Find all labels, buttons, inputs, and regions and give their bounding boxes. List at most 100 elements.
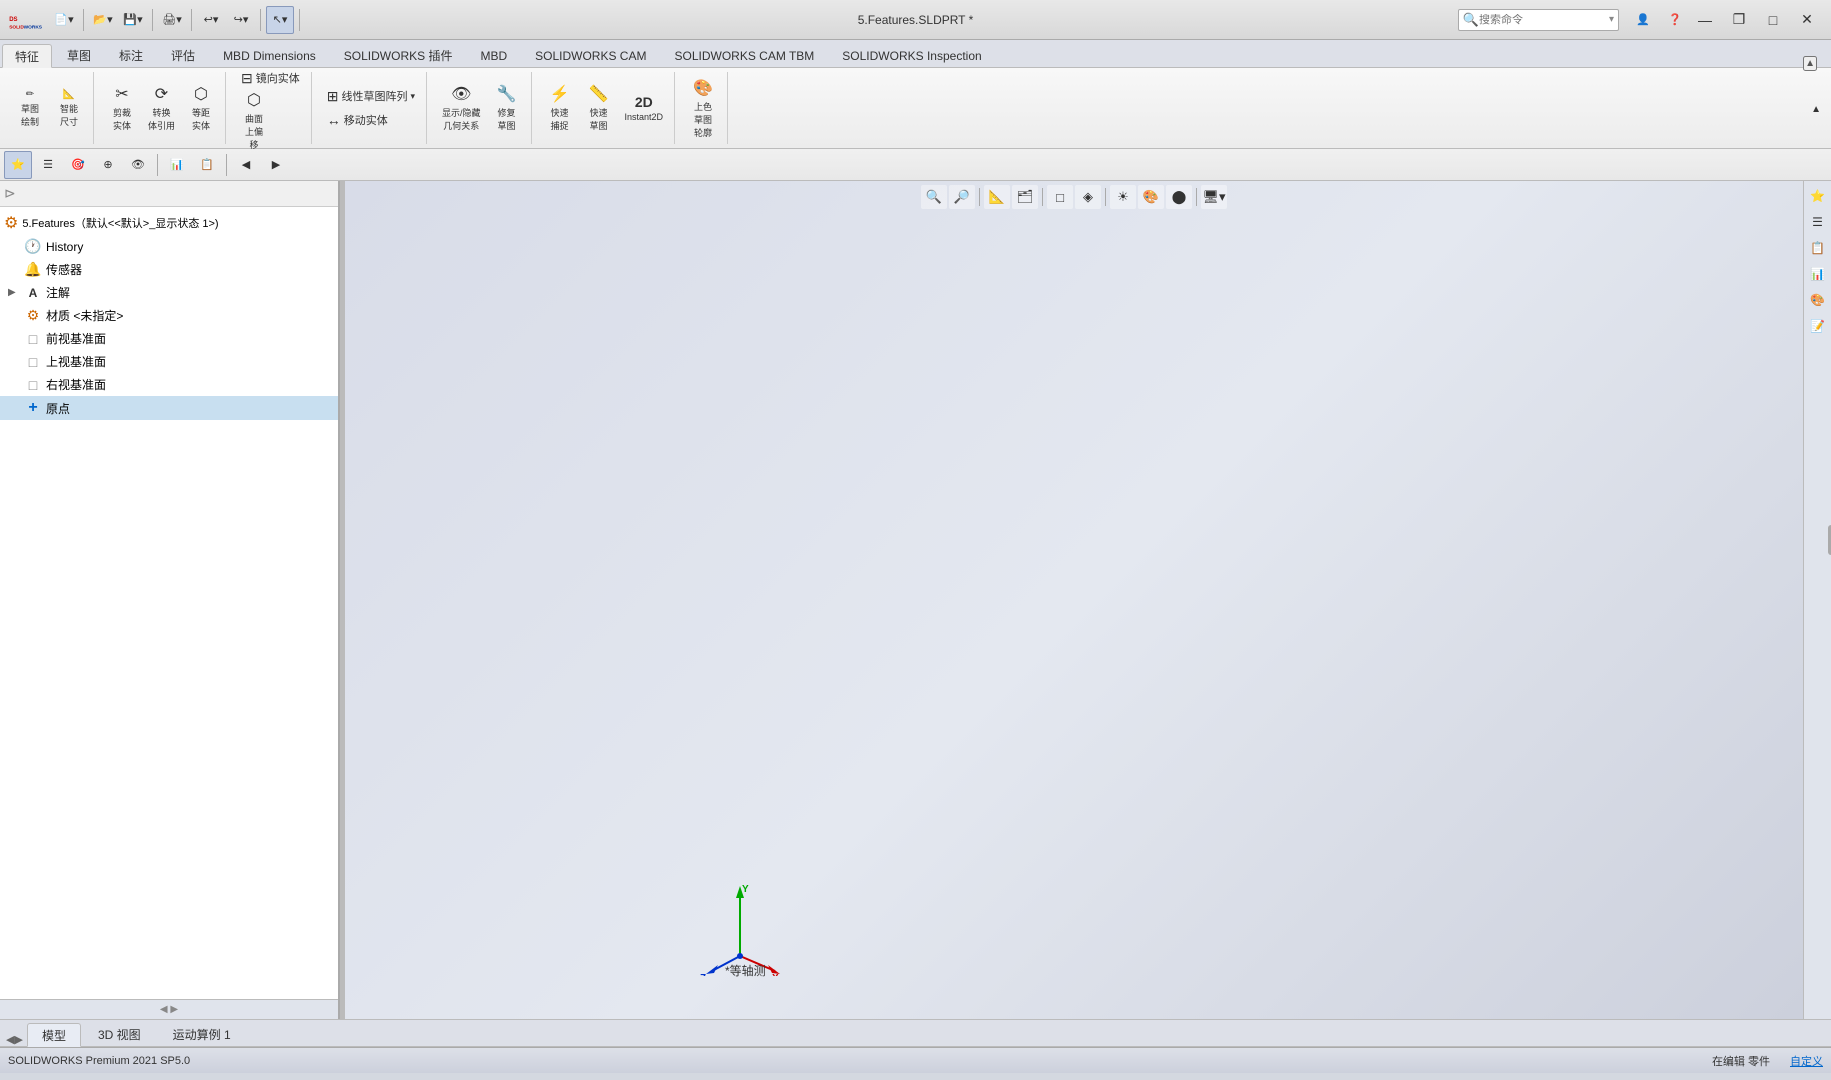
sec-inspect-btn[interactable]: 📋 — [193, 151, 221, 179]
scenes-button[interactable]: ⬤ — [1166, 185, 1192, 209]
lighting-button[interactable]: ☀ — [1110, 185, 1136, 209]
tab-sw-inspection[interactable]: SOLIDWORKS Inspection — [829, 43, 994, 67]
search-dropdown-icon[interactable]: ▾ — [1609, 14, 1614, 25]
tree-item-sensor[interactable]: 🔔 传感器 — [0, 258, 338, 281]
search-input[interactable] — [1479, 14, 1609, 26]
tab-features[interactable]: 特征 — [2, 44, 52, 68]
search-bar[interactable]: 🔍 ▾ — [1458, 9, 1619, 31]
right-panel: ⭐ ☰ 📋 📊 🎨 📝 — [1803, 181, 1831, 1019]
scroll-right-icon[interactable]: ▶ — [14, 1033, 22, 1046]
select-button[interactable]: ↖▾ — [266, 6, 294, 34]
display-style-button[interactable]: ◈ — [1075, 185, 1101, 209]
tab-mbd[interactable]: MBD — [467, 43, 520, 67]
sec-collapse-btn[interactable]: ◀ — [232, 151, 260, 179]
section-view-button[interactable]: □ — [1047, 185, 1073, 209]
tree-item-right-plane[interactable]: □ 右视基准面 — [0, 373, 338, 396]
tree-item-material[interactable]: ⚙ 材质 <未指定> — [0, 304, 338, 327]
sec-dim-btn[interactable]: ⊕ — [94, 151, 122, 179]
tab-evaluate[interactable]: 评估 — [158, 43, 208, 67]
repair-sketch-icon: 🔧 — [497, 84, 517, 104]
rp-notes-button[interactable]: 📝 — [1807, 315, 1829, 337]
smart-dim-button[interactable]: 📐 智能尺寸 — [51, 80, 87, 136]
mirror-label: 镜向实体 — [256, 70, 300, 86]
rp-config-button[interactable]: 📋 — [1807, 237, 1829, 259]
ribbon-collapse-button[interactable]: ▲ — [1803, 56, 1817, 71]
sec-cam-btn[interactable]: 📊 — [163, 151, 191, 179]
ribbon: 特征 草图 标注 评估 MBD Dimensions SOLIDWORKS 插件… — [0, 40, 1831, 149]
show-hide-button[interactable]: 👁 显示/隐藏几何关系 — [437, 80, 486, 136]
tree-item-history[interactable]: 🕐 History — [0, 235, 338, 258]
trim-button[interactable]: ✂ 剪裁实体 — [104, 80, 140, 136]
undo-button[interactable]: ↩▾ — [197, 6, 225, 34]
tab-3d-view[interactable]: 3D 视图 — [83, 1022, 156, 1046]
view-settings-button[interactable]: 🖥▾ — [1201, 185, 1227, 209]
top-plane-icon: □ — [24, 354, 42, 370]
sec-display-btn[interactable]: 👁 — [124, 151, 152, 179]
tree-item-top-plane[interactable]: □ 上视基准面 — [0, 350, 338, 373]
tree-root[interactable]: ⚙ 5.Features（默认<<默认>_显示状态 1>) — [0, 211, 338, 235]
tab-motion[interactable]: 运动算例 1 — [158, 1022, 246, 1046]
tab-sw-plugins[interactable]: SOLIDWORKS 插件 — [331, 43, 466, 67]
sec-config-btn[interactable]: 🎯 — [64, 151, 92, 179]
tab-sketch[interactable]: 草图 — [54, 43, 104, 67]
zoom-to-fit-button[interactable]: 🔍 — [921, 185, 947, 209]
view-palette-button[interactable]: 📐 — [984, 185, 1010, 209]
quick-capture-button[interactable]: ⚡ 快速捕捉 — [542, 80, 578, 136]
sec-feature-btn[interactable]: ⭐ — [4, 151, 32, 179]
filter-icon: ⊳ — [4, 185, 16, 202]
rp-display-button[interactable]: 📊 — [1807, 263, 1829, 285]
tab-annotation[interactable]: 标注 — [106, 43, 156, 67]
linear-array-dropdown[interactable]: ▾ — [410, 91, 415, 102]
scroll-indicator: ◀ ▶ — [160, 1004, 178, 1015]
open-button[interactable]: 📂▾ — [89, 6, 117, 34]
offset-button[interactable]: ⬡ 等距实体 — [183, 80, 219, 136]
offset-label: 等距实体 — [192, 106, 210, 132]
tab-mbd-dimensions[interactable]: MBD Dimensions — [210, 43, 329, 67]
tree-item-annotation[interactable]: ▶ A 注解 — [0, 281, 338, 304]
surface-offset-icon: ⬡ — [247, 90, 261, 110]
ribbon-up-button[interactable]: ▲ — [1807, 101, 1825, 117]
sec-property-btn[interactable]: ☰ — [34, 151, 62, 179]
status-customize[interactable]: 自定义 — [1790, 1053, 1823, 1069]
sec-expand-btn[interactable]: ▶ — [262, 151, 290, 179]
mirror-button[interactable]: ⊟ 镜向实体 — [236, 68, 305, 88]
sep2 — [152, 9, 153, 31]
quick-sketch-button[interactable]: 📏 快速草图 — [581, 80, 617, 136]
tree-item-origin[interactable]: + 原点 — [0, 396, 338, 420]
rp-feature-button[interactable]: ⭐ — [1807, 185, 1829, 207]
redo-button[interactable]: ↪▾ — [227, 6, 255, 34]
user-icon[interactable]: 👤 — [1629, 6, 1657, 34]
surface-offset-button[interactable]: ⬡ 曲面上偏移 — [236, 92, 272, 148]
restore-button[interactable]: ❐ — [1723, 9, 1755, 31]
save-button[interactable]: 💾▾ — [119, 6, 147, 34]
rp-property-button[interactable]: ☰ — [1807, 211, 1829, 233]
ribbon-row-8: ⚡ 快速捕捉 📏 快速草图 2D Instant2D — [542, 80, 669, 136]
tab-model[interactable]: 模型 — [27, 1023, 81, 1047]
print-button[interactable]: 🖨▾ — [158, 6, 186, 34]
maximize-button[interactable]: □ — [1757, 9, 1789, 31]
repair-sketch-button[interactable]: 🔧 修复草图 — [489, 80, 525, 136]
new-button[interactable]: 📄▾ — [50, 6, 78, 34]
rp-appearance-button[interactable]: 🎨 — [1807, 289, 1829, 311]
minimize-button[interactable]: — — [1689, 9, 1721, 31]
instant2d-button[interactable]: 2D Instant2D — [620, 80, 669, 136]
quick-capture-label: 快速捕捉 — [551, 106, 569, 132]
scroll-left-icon[interactable]: ◀ — [6, 1033, 14, 1046]
zoom-in-button[interactable]: 🔎 — [949, 185, 975, 209]
viewport[interactable]: 🔍 🔎 📐 🗂 □ ◈ ☀ 🎨 ⬤ 🖥▾ Y — [345, 181, 1803, 1019]
appearance-button[interactable]: 🎨 — [1138, 185, 1164, 209]
linear-array-button[interactable]: ⊞ 线性草图阵列 ▾ — [322, 86, 420, 106]
color-sketch-button[interactable]: 🎨 上色草图轮廓 — [685, 80, 721, 136]
view-orient-button[interactable]: 🗂 — [1012, 185, 1038, 209]
convert-button[interactable]: ⟳ 转换体引用 — [143, 80, 180, 136]
tab-sw-cam-tbm[interactable]: SOLIDWORKS CAM TBM — [661, 43, 827, 67]
window-title: 5.Features.SLDPRT * — [858, 13, 974, 27]
move-entity-button[interactable]: ↔ 移动实体 — [322, 110, 393, 130]
sketch-button[interactable]: ✏ 草图绘制 — [12, 80, 48, 136]
close-button[interactable]: ✕ — [1791, 9, 1823, 31]
help-icon[interactable]: ❓ — [1661, 6, 1689, 34]
tab-sw-cam[interactable]: SOLIDWORKS CAM — [522, 43, 659, 67]
tree-item-front-plane[interactable]: □ 前视基准面 — [0, 327, 338, 350]
annotation-label: 注解 — [46, 284, 70, 301]
vt-sep3 — [1105, 188, 1106, 206]
